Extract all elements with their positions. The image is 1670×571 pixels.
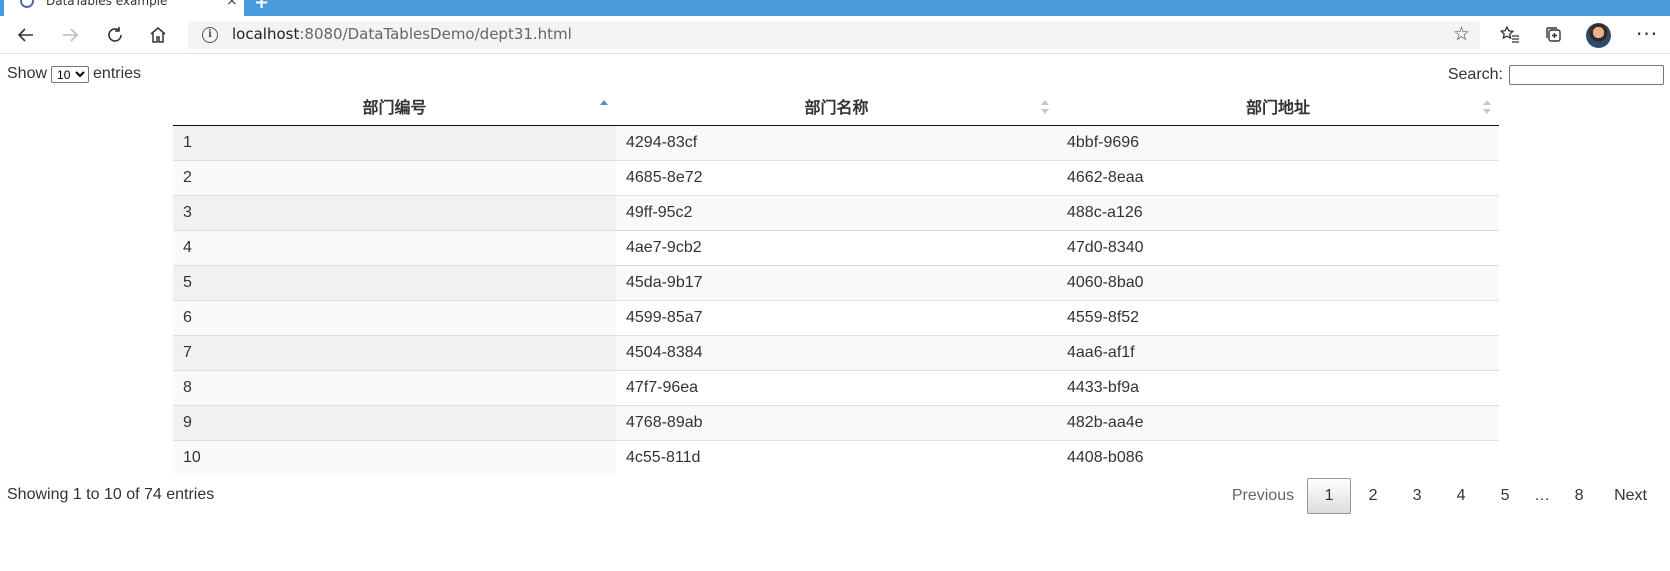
cell-dept-address: 4060-8ba0 xyxy=(1057,264,1499,300)
cell-dept-name: 4504-8384 xyxy=(616,334,1057,370)
cell-dept-no: 5 xyxy=(173,264,616,300)
column-header-dept-no[interactable]: 部门编号 xyxy=(173,88,616,126)
cell-dept-no: 10 xyxy=(173,439,616,475)
url-text: localhost:8080/DataTablesDemo/dept31.htm… xyxy=(232,25,572,43)
cell-dept-no: 9 xyxy=(173,404,616,440)
table-row: 5 45da-9b17 4060-8ba0 xyxy=(173,264,1499,300)
sort-both-icon xyxy=(1041,100,1049,114)
cell-dept-address: 4559-8f52 xyxy=(1057,299,1499,335)
pagination: Previous 1 2 3 4 5 … 8 Next xyxy=(1219,478,1660,514)
cell-dept-address: 4bbf-9696 xyxy=(1057,125,1499,160)
entries-select[interactable]: 10 xyxy=(51,65,90,83)
page-button-4[interactable]: 4 xyxy=(1439,478,1483,514)
cell-dept-address: 47d0-8340 xyxy=(1057,229,1499,265)
cell-dept-address: 488c-a126 xyxy=(1057,194,1499,230)
refresh-icon[interactable] xyxy=(98,16,132,54)
pagination-ellipsis: … xyxy=(1534,487,1551,504)
favorites-icon[interactable] xyxy=(1499,24,1521,46)
cell-dept-name: 4768-89ab xyxy=(616,404,1057,440)
previous-page-button[interactable]: Previous xyxy=(1219,478,1307,514)
cell-dept-name: 4685-8e72 xyxy=(616,159,1057,195)
close-tab-icon[interactable]: × xyxy=(226,0,238,9)
length-prefix: Show xyxy=(7,65,48,82)
search-label: Search: xyxy=(1447,66,1503,83)
cell-dept-address: 4662-8eaa xyxy=(1057,159,1499,195)
length-suffix: entries xyxy=(93,65,142,82)
table-row: 7 4504-8384 4aa6-af1f xyxy=(173,334,1499,370)
cell-dept-no: 7 xyxy=(173,334,616,370)
search-input[interactable] xyxy=(1509,65,1664,85)
sort-both-icon xyxy=(1483,100,1491,114)
page-content: Show 10 entries Search: 部门编号 部门名称 部门地址 1… xyxy=(0,55,1670,571)
cell-dept-name: 49ff-95c2 xyxy=(616,194,1057,230)
info-icon[interactable]: i xyxy=(202,27,218,43)
page-button-1[interactable]: 1 xyxy=(1307,478,1352,514)
cell-dept-name: 4599-85a7 xyxy=(616,299,1057,335)
cell-dept-no: 2 xyxy=(173,159,616,195)
cell-dept-no: 4 xyxy=(173,229,616,265)
table-header-row: 部门编号 部门名称 部门地址 xyxy=(173,88,1499,126)
forward-icon[interactable] xyxy=(53,16,87,54)
cell-dept-name: 47f7-96ea xyxy=(616,369,1057,405)
collections-icon[interactable] xyxy=(1543,24,1565,46)
browser-toolbar: i localhost:8080/DataTablesDemo/dept31.h… xyxy=(0,16,1670,54)
new-tab-icon[interactable]: + xyxy=(254,0,269,13)
cell-dept-address: 4408-b086 xyxy=(1057,439,1499,475)
table-row: 2 4685-8e72 4662-8eaa xyxy=(173,159,1499,195)
cell-dept-no: 8 xyxy=(173,369,616,405)
browser-tab[interactable]: DataTables example × xyxy=(4,0,244,16)
address-bar[interactable]: i localhost:8080/DataTablesDemo/dept31.h… xyxy=(188,21,1480,49)
table-row: 4 4ae7-9cb2 47d0-8340 xyxy=(173,229,1499,265)
cell-dept-name: 4c55-811d xyxy=(616,439,1057,475)
favorite-star-icon[interactable]: ☆ xyxy=(1453,23,1470,45)
data-table: 部门编号 部门名称 部门地址 1 4294-83cf 4bbf-9696 2 4685… xyxy=(173,88,1499,475)
table-row: 1 4294-83cf 4bbf-9696 xyxy=(173,125,1499,160)
cell-dept-no: 6 xyxy=(173,299,616,335)
cell-dept-no: 3 xyxy=(173,194,616,230)
more-options-icon[interactable]: ··· xyxy=(1636,22,1658,46)
next-page-button[interactable]: Next xyxy=(1601,478,1660,514)
cell-dept-name: 4294-83cf xyxy=(616,125,1057,160)
page-button-last[interactable]: 8 xyxy=(1557,478,1601,514)
cell-dept-address: 482b-aa4e xyxy=(1057,404,1499,440)
cell-dept-name: 4ae7-9cb2 xyxy=(616,229,1057,265)
home-icon[interactable] xyxy=(141,16,175,54)
cell-dept-address: 4433-bf9a xyxy=(1057,369,1499,405)
sort-ascending-icon xyxy=(600,100,608,114)
table-row: 6 4599-85a7 4559-8f52 xyxy=(173,299,1499,335)
page-button-2[interactable]: 2 xyxy=(1351,478,1395,514)
favicon-icon xyxy=(20,0,34,8)
column-header-dept-address[interactable]: 部门地址 xyxy=(1057,88,1499,126)
cell-dept-no: 1 xyxy=(173,125,616,160)
tab-title: DataTables example xyxy=(46,0,168,8)
cell-dept-address: 4aa6-af1f xyxy=(1057,334,1499,370)
page-button-3[interactable]: 3 xyxy=(1395,478,1439,514)
table-info: Showing 1 to 10 of 74 entries xyxy=(7,486,215,503)
profile-avatar[interactable] xyxy=(1586,23,1611,48)
page-button-5[interactable]: 5 xyxy=(1483,478,1527,514)
tab-strip: DataTables example × + xyxy=(0,0,1670,16)
table-row: 8 47f7-96ea 4433-bf9a xyxy=(173,369,1499,405)
column-header-dept-name[interactable]: 部门名称 xyxy=(616,88,1057,126)
search-filter: Search: xyxy=(1448,65,1664,85)
cell-dept-name: 45da-9b17 xyxy=(616,264,1057,300)
table-row: 10 4c55-811d 4408-b086 xyxy=(173,439,1499,475)
table-row: 3 49ff-95c2 488c-a126 xyxy=(173,194,1499,230)
length-menu: Show 10 entries xyxy=(7,65,141,83)
back-icon[interactable] xyxy=(9,16,43,54)
table-row: 9 4768-89ab 482b-aa4e xyxy=(173,404,1499,440)
